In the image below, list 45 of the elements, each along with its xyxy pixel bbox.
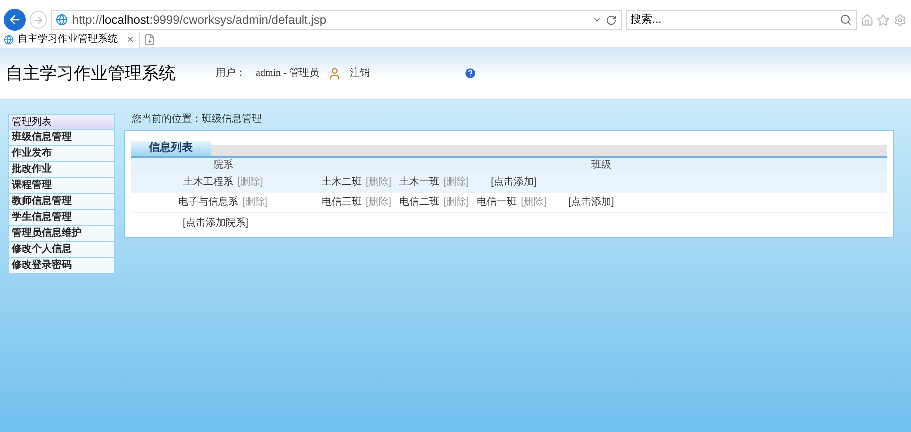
search-field[interactable]: 搜索...	[626, 10, 857, 30]
new-tab-icon[interactable]	[144, 34, 156, 46]
department-name: 电子与信息系	[178, 196, 239, 210]
user-name: admin - 管理员	[256, 67, 320, 81]
department-name: 土木工程系	[184, 176, 234, 190]
star-icon[interactable]	[877, 14, 890, 26]
refresh-icon[interactable]	[606, 14, 617, 26]
sidebar-item[interactable]: 班级信息管理	[9, 130, 114, 146]
close-icon[interactable]	[126, 35, 135, 44]
sidebar-item[interactable]: 管理员信息维护	[9, 226, 114, 242]
user-icon	[328, 66, 342, 80]
sidebar-item[interactable]: 课程管理	[9, 178, 114, 194]
class-name: 电信三班	[322, 196, 362, 210]
search-icon[interactable]	[840, 14, 852, 26]
class-name: 土木二班	[322, 176, 362, 190]
sidebar-title: 管理列表	[9, 115, 114, 130]
sidebar-item[interactable]: 学生信息管理	[9, 210, 114, 226]
column-header: 院系	[212, 158, 234, 173]
browser-tab[interactable]: 自主学习作业管理系统	[0, 32, 140, 48]
search-input[interactable]: 搜索...	[630, 12, 840, 28]
page-icon	[4, 34, 14, 44]
back-button[interactable]	[4, 9, 26, 31]
site-title: 自主学习作业管理系统	[6, 62, 177, 85]
sidebar-item[interactable]: 批改作业	[9, 162, 114, 178]
sidebar-item[interactable]: 作业发布	[9, 146, 114, 162]
forward-arrow-icon	[32, 14, 44, 26]
user-label: 用户：	[216, 66, 247, 81]
sidebar-item[interactable]: 教师信息管理	[9, 194, 114, 210]
add-department-link[interactable]: [点击添加院系]	[183, 216, 249, 230]
class-name: 电信一班	[477, 196, 518, 210]
class-name: 土木一班	[400, 176, 440, 190]
add-class-link[interactable]: [点击添加]	[568, 195, 614, 210]
column-header: 班级	[590, 158, 612, 173]
page-icon	[56, 14, 68, 26]
url-text: http://localhost:9999/cworksys/admin/default.jsp	[72, 12, 328, 29]
breadcrumb: 您当前的位置：班级信息管理	[132, 112, 263, 127]
sidebar-item[interactable]: 修改个人信息	[9, 242, 114, 258]
class-name: 电信二班	[400, 196, 440, 210]
tab-title: 自主学习作业管理系统	[18, 32, 119, 47]
add-class-link[interactable]: [点击添加]	[491, 175, 537, 190]
help-icon[interactable]	[464, 67, 477, 80]
panel-tab[interactable]: 信息列表	[131, 141, 211, 156]
logout-link[interactable]: 注销	[350, 66, 370, 81]
sidebar-item[interactable]: 修改登录密码	[9, 258, 114, 274]
address-bar[interactable]: http://localhost:9999/cworksys/admin/default.jsp	[51, 10, 622, 30]
